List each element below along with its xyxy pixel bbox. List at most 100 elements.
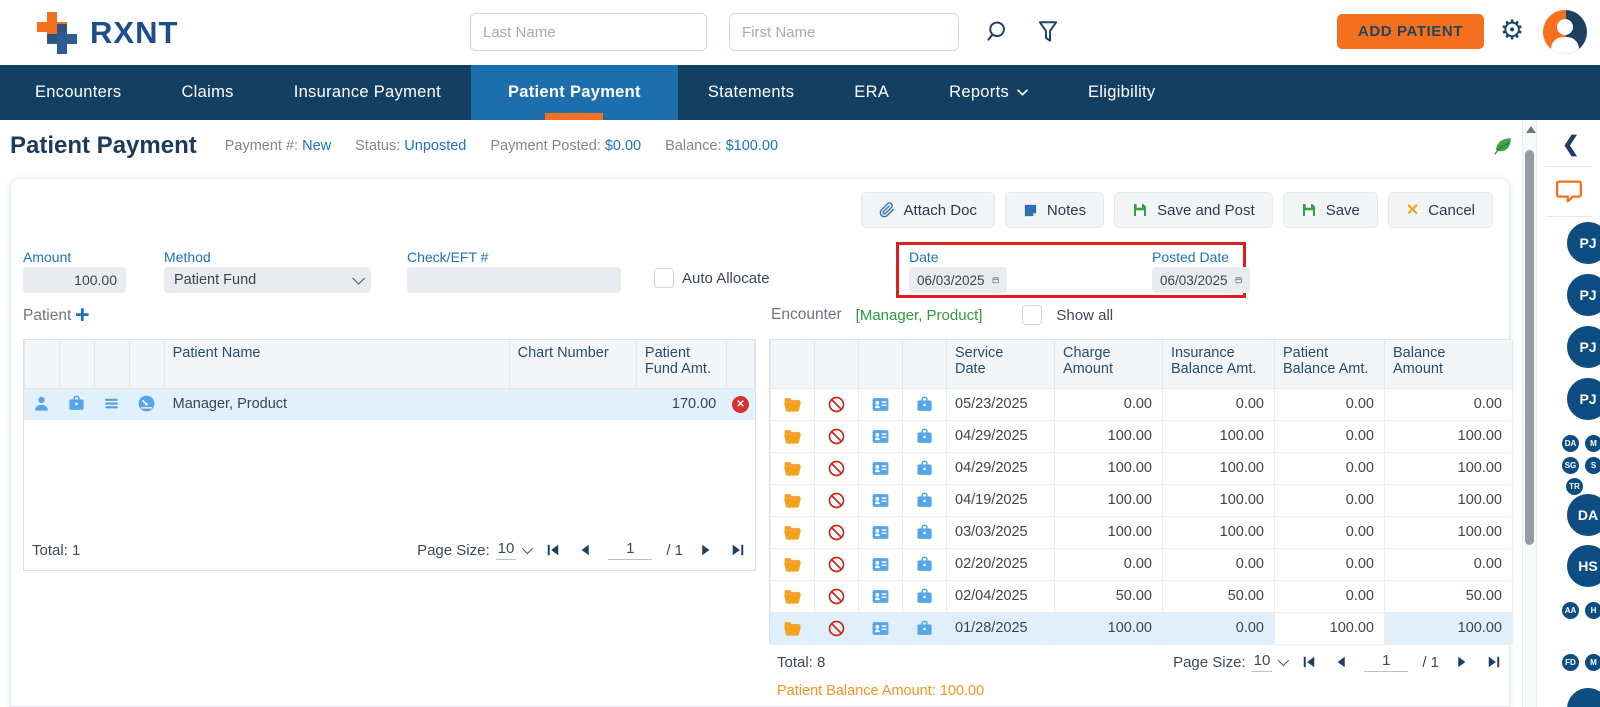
recent-patient-avatar[interactable]: PJ [1565, 324, 1600, 370]
calendar-icon[interactable] [1235, 274, 1242, 286]
vertical-scrollbar[interactable] [1522, 120, 1537, 707]
search-icon[interactable] [983, 19, 1009, 45]
show-all-checkbox[interactable] [1022, 305, 1043, 325]
recent-patient-avatar[interactable]: M [1583, 433, 1600, 454]
recent-patient-avatar[interactable] [1565, 686, 1600, 707]
auto-allocate-checkbox[interactable] [654, 268, 674, 288]
encounter-row[interactable]: 04/29/2025 100.00 100.00 0.00 100.00 [770, 419, 1513, 453]
user-avatar[interactable] [1543, 10, 1587, 54]
briefcase-icon[interactable] [915, 587, 934, 606]
no-entry-icon[interactable] [827, 395, 846, 414]
recent-patient-avatar[interactable]: DA [1560, 433, 1581, 454]
save-and-post-button[interactable]: Save and Post [1114, 192, 1273, 228]
scrollbar-thumb[interactable] [1525, 150, 1534, 545]
person-icon[interactable] [32, 394, 51, 413]
page-number-input[interactable]: 1 [1364, 652, 1409, 672]
notes-button[interactable]: Notes [1004, 192, 1105, 228]
prev-page-icon[interactable] [1332, 653, 1350, 671]
calendar-icon[interactable] [992, 274, 999, 286]
patient-balance-cell[interactable]: 0.00 [1274, 515, 1385, 549]
briefcase-icon[interactable] [915, 459, 934, 478]
first-page-icon[interactable] [1300, 653, 1318, 671]
id-card-icon[interactable] [871, 491, 890, 510]
gauge-icon[interactable] [137, 394, 156, 413]
date-input[interactable]: 06/03/2025 [909, 267, 1007, 293]
page-size-select[interactable]: Page Size: 10 [417, 540, 534, 560]
no-entry-icon[interactable] [827, 619, 846, 638]
briefcase-icon[interactable] [67, 394, 86, 413]
id-card-icon[interactable] [871, 619, 890, 638]
no-entry-icon[interactable] [827, 523, 846, 542]
recent-patient-avatar[interactable]: SG [1560, 455, 1581, 476]
recent-patient-avatar[interactable]: H [1583, 600, 1600, 621]
patient-balance-cell[interactable]: 0.00 [1274, 451, 1385, 485]
no-entry-icon[interactable] [827, 427, 846, 446]
add-patient-button[interactable]: ADD PATIENT [1337, 14, 1484, 49]
encounter-row[interactable]: 03/03/2025 100.00 100.00 0.00 100.00 [770, 515, 1513, 549]
encounter-row[interactable]: 05/23/2025 0.00 0.00 0.00 0.00 [770, 387, 1513, 421]
rxnt-logo[interactable]: RXNT [34, 10, 178, 56]
recent-patient-avatar[interactable]: PJ [1565, 376, 1600, 422]
patient-balance-cell[interactable]: 0.00 [1274, 419, 1385, 453]
no-entry-icon[interactable] [827, 555, 846, 574]
folder-icon[interactable] [783, 523, 802, 542]
recent-patient-avatar[interactable]: DA [1565, 492, 1600, 538]
nav-eligibility[interactable]: Eligibility [1058, 65, 1186, 120]
patient-row[interactable]: Manager, Product 170.00 ✕ [24, 387, 755, 420]
posted-date-input[interactable]: 06/03/2025 [1152, 267, 1250, 293]
encounter-row[interactable]: 01/28/2025 100.00 0.00 100.00 100.00 [770, 611, 1513, 645]
recent-patient-avatar[interactable]: FD [1560, 652, 1581, 673]
recent-patient-avatar[interactable]: PJ [1565, 220, 1600, 266]
scroll-up-arrow-icon[interactable] [1526, 126, 1536, 133]
check-eft-input[interactable] [407, 267, 621, 293]
filter-icon[interactable] [1035, 19, 1061, 45]
encounter-row[interactable]: 02/20/2025 0.00 0.00 0.00 0.00 [770, 547, 1513, 581]
nav-insurance-payment[interactable]: Insurance Payment [264, 65, 471, 120]
encounter-row[interactable]: 02/04/2025 50.00 50.00 0.00 50.00 [770, 579, 1513, 613]
recent-patient-avatar[interactable]: HS [1565, 543, 1600, 589]
method-select[interactable]: Patient Fund [164, 267, 371, 293]
briefcase-icon[interactable] [915, 555, 934, 574]
save-button[interactable]: Save [1282, 192, 1378, 228]
patient-balance-cell[interactable]: 0.00 [1274, 579, 1385, 613]
no-entry-icon[interactable] [827, 459, 846, 478]
folder-icon[interactable] [783, 427, 802, 446]
last-name-input[interactable] [470, 13, 707, 51]
patient-balance-cell[interactable]: 0.00 [1274, 483, 1385, 517]
last-page-icon[interactable] [1485, 653, 1503, 671]
first-name-input[interactable] [729, 13, 959, 51]
briefcase-icon[interactable] [915, 395, 934, 414]
recent-patient-avatar[interactable]: S [1583, 455, 1600, 476]
no-entry-icon[interactable] [827, 587, 846, 606]
menu-lines-icon[interactable] [102, 394, 121, 413]
last-page-icon[interactable] [729, 541, 747, 559]
folder-icon[interactable] [783, 587, 802, 606]
id-card-icon[interactable] [871, 523, 890, 542]
patient-balance-cell[interactable]: 100.00 [1274, 611, 1385, 645]
add-patient-row-button[interactable]: + [75, 303, 90, 328]
next-page-icon[interactable] [697, 541, 715, 559]
collapse-rail-icon[interactable]: ❮ [1562, 132, 1580, 157]
amount-input[interactable] [23, 267, 126, 293]
briefcase-icon[interactable] [915, 491, 934, 510]
prev-page-icon[interactable] [576, 541, 594, 559]
briefcase-icon[interactable] [915, 523, 934, 542]
remove-patient-icon[interactable]: ✕ [732, 395, 750, 413]
recent-patient-avatar[interactable]: M [1583, 652, 1600, 673]
page-number-input[interactable]: 1 [608, 540, 653, 560]
nav-statements[interactable]: Statements [678, 65, 824, 120]
recent-patient-avatar[interactable]: PJ [1565, 272, 1600, 318]
id-card-icon[interactable] [871, 587, 890, 606]
folder-icon[interactable] [783, 395, 802, 414]
encounter-row[interactable]: 04/29/2025 100.00 100.00 0.00 100.00 [770, 451, 1513, 485]
nav-patient-payment[interactable]: Patient Payment [470, 65, 678, 120]
folder-icon[interactable] [783, 619, 802, 638]
no-entry-icon[interactable] [827, 491, 846, 510]
id-card-icon[interactable] [871, 427, 890, 446]
id-card-icon[interactable] [871, 395, 890, 414]
folder-icon[interactable] [783, 491, 802, 510]
encounter-row[interactable]: 04/19/2025 100.00 100.00 0.00 100.00 [770, 483, 1513, 517]
settings-gear-icon[interactable]: ⚙ [1500, 14, 1524, 46]
nav-reports[interactable]: Reports [919, 65, 1058, 120]
patient-balance-cell[interactable]: 0.00 [1274, 547, 1385, 581]
